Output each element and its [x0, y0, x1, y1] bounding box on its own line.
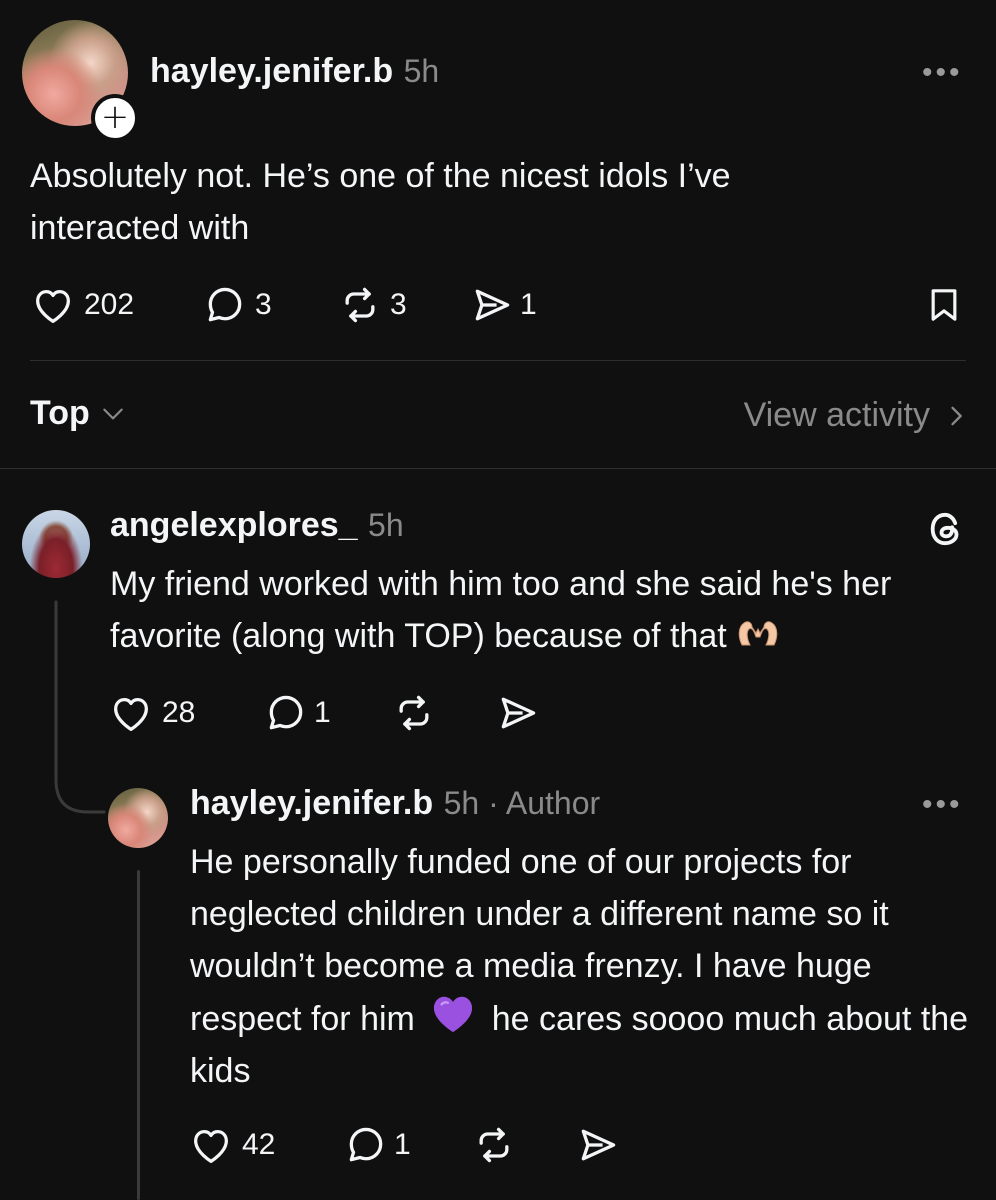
reply2-share-button[interactable] — [576, 1122, 620, 1168]
reply1-header: angelexplores_ 5h — [110, 506, 404, 545]
repost-icon — [399, 695, 429, 731]
reply1-like-count: 28 — [162, 696, 196, 729]
reply1-share-button[interactable] — [496, 690, 540, 736]
heart-hands-emoji — [738, 621, 778, 646]
comment-icon — [208, 287, 242, 322]
reply2-like-count: 42 — [242, 1128, 276, 1161]
follow-plus-button[interactable]: + — [91, 94, 139, 142]
reply1-reply-button[interactable]: 1 — [264, 690, 331, 736]
send-icon — [581, 1129, 616, 1161]
reply1-avatar[interactable] — [22, 510, 90, 578]
like-button[interactable]: 202 — [30, 282, 134, 328]
reply-button[interactable]: 3 — [203, 282, 272, 328]
reply2-header: hayley.jenifer.b 5h · Author — [190, 784, 600, 823]
post-text: Absolutely not. He’s one of the nicest i… — [30, 157, 731, 247]
reply2-reply-button[interactable]: 1 — [344, 1122, 411, 1168]
post-header: hayley.jenifer.b 5h — [150, 52, 439, 91]
repost-icon — [345, 287, 375, 323]
share-button[interactable]: 1 — [470, 282, 537, 328]
thread-connector — [54, 600, 106, 814]
view-activity-label: View activity — [743, 396, 930, 434]
post-divider — [30, 360, 966, 361]
save-button[interactable] — [924, 282, 964, 328]
more-dots-icon[interactable]: ••• — [922, 788, 963, 822]
comment-icon — [349, 1127, 383, 1162]
heart-icon — [114, 697, 148, 731]
heart-icon — [194, 1129, 228, 1163]
reply1-reply-count: 1 — [314, 696, 331, 729]
like-count: 202 — [84, 288, 135, 321]
post-username[interactable]: hayley.jenifer.b — [150, 52, 393, 90]
reply1-username[interactable]: angelexplores_ — [110, 506, 358, 544]
send-icon — [475, 289, 510, 321]
repost-count: 3 — [390, 288, 407, 321]
reply1-like-button[interactable]: 28 — [108, 690, 195, 736]
chevron-right-icon — [951, 406, 962, 425]
reply1-text-block: My friend worked with him too and she sa… — [110, 558, 940, 662]
reply2-time-author: 5h · Author — [443, 785, 601, 821]
threads-logo-icon[interactable] — [926, 508, 966, 550]
reply2-username[interactable]: hayley.jenifer.b — [190, 784, 433, 822]
reply1-repost-button[interactable] — [392, 690, 436, 736]
more-dots-icon[interactable]: ••• — [922, 56, 963, 90]
reply2-text-block: He personally funded one of our projects… — [190, 836, 970, 1097]
repost-button[interactable]: 3 — [338, 282, 407, 328]
post-time: 5h — [403, 53, 440, 89]
reply2-reply-count: 1 — [394, 1128, 411, 1161]
sort-divider — [0, 468, 996, 469]
sort-dropdown[interactable]: Top — [30, 394, 126, 433]
reply2-thread-line — [137, 870, 140, 1200]
sort-label: Top — [30, 394, 90, 432]
repost-icon — [479, 1127, 509, 1163]
chevron-down-icon — [103, 408, 123, 419]
reply2-avatar[interactable] — [108, 788, 168, 848]
reply2-like-button[interactable]: 42 — [188, 1122, 275, 1168]
send-icon — [501, 697, 536, 729]
heart-icon — [36, 289, 70, 323]
bookmark-icon — [931, 289, 957, 321]
share-count: 1 — [520, 288, 537, 321]
reply2-repost-button[interactable] — [472, 1122, 516, 1168]
reply1-time: 5h — [368, 507, 404, 543]
view-activity-link[interactable]: View activity — [744, 396, 966, 435]
reply-count: 3 — [255, 288, 272, 321]
comment-icon — [269, 695, 303, 730]
purple-heart-emoji — [434, 996, 473, 1033]
